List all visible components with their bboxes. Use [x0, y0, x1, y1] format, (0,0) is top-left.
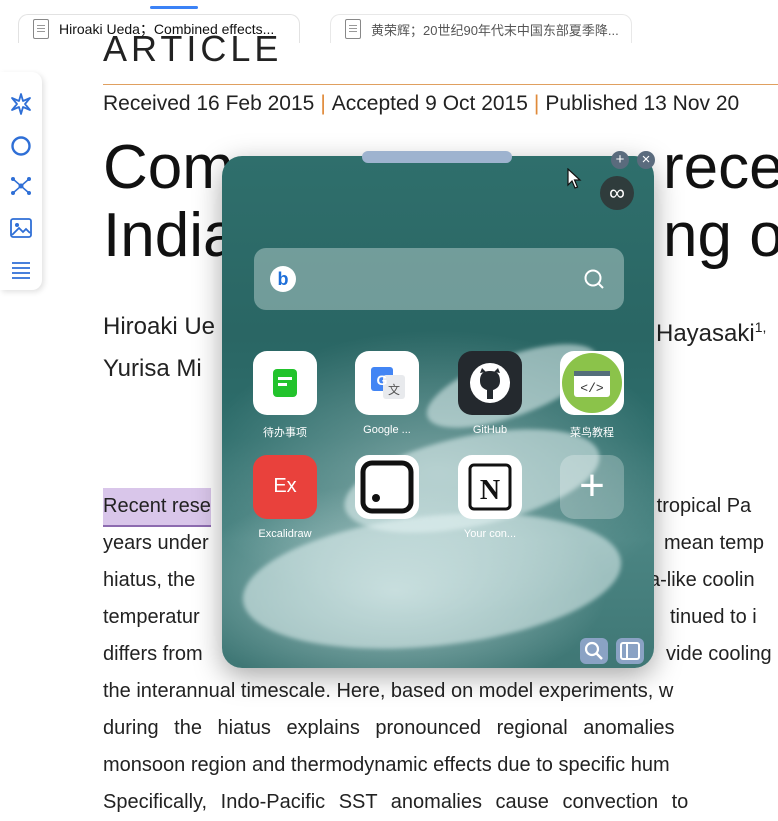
authors-line1-right: Hayasaki1, — [656, 306, 766, 355]
app-label: Excalidraw — [258, 528, 312, 540]
header-divider — [103, 84, 778, 85]
drag-handle[interactable] — [362, 151, 512, 163]
title-line2-left: India — [103, 201, 238, 270]
svg-text:文: 文 — [388, 382, 400, 397]
abstract-line: years under — [103, 532, 209, 554]
add-icon: + — [579, 461, 605, 510]
abstract-line-right: mean temp — [664, 532, 765, 554]
infinity-icon[interactable]: ∞ — [600, 176, 634, 210]
add-app-button[interactable]: + — [560, 455, 624, 519]
abstract-line: differs from — [103, 643, 203, 665]
authors: Hiroaki Ue Yurisa Mi — [103, 306, 215, 390]
app-github[interactable] — [458, 351, 522, 415]
abstract-line-right: vide cooling — [666, 643, 772, 665]
github-icon — [470, 363, 510, 403]
document-icon — [345, 19, 361, 39]
title-line1-right: rece — [663, 133, 778, 202]
abstract-line: monsoon region and thermodynamic effects… — [103, 754, 670, 776]
todo-icon — [273, 369, 297, 397]
close-icon[interactable]: × — [637, 151, 655, 169]
affiliation-sup: 1, — [754, 319, 767, 335]
list-icon[interactable] — [9, 258, 33, 282]
authors-line2-left: Yurisa Mi — [103, 355, 202, 382]
date-separator: | — [320, 92, 326, 115]
bing-icon: b — [270, 266, 296, 292]
svg-text:</>: </> — [580, 381, 604, 396]
app-notion[interactable]: N — [458, 455, 522, 519]
app-google-translate[interactable]: G文 — [355, 351, 419, 415]
abstract-line-right: tinued to i — [670, 606, 757, 628]
accepted-date: Accepted 9 Oct 2015 — [331, 92, 528, 115]
google-translate-icon: G文 — [371, 367, 405, 399]
abstract-line-right: a-like coolin — [649, 569, 755, 591]
code-icon: </> — [562, 353, 622, 413]
circle-icon[interactable] — [9, 134, 33, 158]
notion-icon: N — [468, 463, 512, 511]
excalidraw-icon: Ex — [273, 475, 297, 497]
abstract-line: Specifically, Indo-Pacific SST anomalies… — [103, 791, 689, 813]
wave-foam — [236, 496, 628, 666]
app-label: Google ... — [363, 424, 411, 436]
sidebar-layout-icon — [620, 642, 640, 660]
authors-line1-left: Hiroaki Ue — [103, 313, 216, 340]
received-date: Received 16 Feb 2015 — [103, 92, 315, 115]
tab-label: 黄荣辉；20世纪90年代末中国东部夏季降... — [371, 22, 619, 38]
zoom-button[interactable] — [580, 638, 608, 664]
abstract-line-right: e tropical Pa — [640, 495, 752, 517]
app-label: 菜鸟教程 — [570, 427, 614, 439]
title-line1-left: Com — [103, 133, 234, 202]
published-date: Published 13 Nov 20 — [545, 92, 740, 115]
app-label: GitHub — [472, 424, 508, 436]
search-bar[interactable]: b — [254, 248, 624, 310]
sparkle-icon[interactable] — [9, 92, 33, 116]
tab-huang-ronghui[interactable]: 黄荣辉；20世纪90年代末中国东部夏季降... — [330, 14, 632, 43]
app-runoob[interactable]: </> — [560, 351, 624, 415]
app-todo[interactable] — [253, 351, 317, 415]
app-label: 待办事项 — [263, 427, 307, 439]
abstract-line-highlighted[interactable]: Recent rese — [103, 488, 211, 527]
left-toolbar — [0, 72, 42, 290]
document-icon — [33, 19, 49, 39]
dice-icon — [360, 460, 414, 514]
layout-button[interactable] — [616, 638, 644, 664]
mouse-cursor-icon — [567, 168, 582, 189]
mindmap-icon[interactable] — [9, 174, 33, 198]
article-dates: Received 16 Feb 2015 | Accepted 9 Oct 2015… — [103, 92, 739, 116]
app-dice[interactable] — [355, 455, 419, 519]
abstract-line: the interannual timescale. Here, based o… — [103, 680, 674, 702]
abstract-line: during the hiatus explains pronounced re… — [103, 717, 675, 739]
author-name: Hayasaki — [656, 320, 755, 347]
search-icon[interactable] — [582, 267, 606, 291]
svg-text:G: G — [377, 372, 388, 388]
image-icon[interactable] — [9, 216, 33, 240]
abstract-line: hiatus, the — [103, 569, 196, 591]
notion-glyph: N — [480, 475, 500, 506]
active-tab-indicator — [150, 6, 198, 9]
magnifier-icon — [584, 641, 603, 660]
title-line2-right: ng or — [663, 201, 778, 270]
article-section-label: ARTICLE — [103, 28, 283, 69]
app-label: Your con... — [463, 528, 517, 540]
abstract-line: temperatur — [103, 606, 200, 628]
date-separator: | — [533, 92, 540, 115]
add-icon[interactable]: + — [611, 151, 629, 169]
app-excalidraw[interactable]: Ex — [253, 455, 317, 519]
